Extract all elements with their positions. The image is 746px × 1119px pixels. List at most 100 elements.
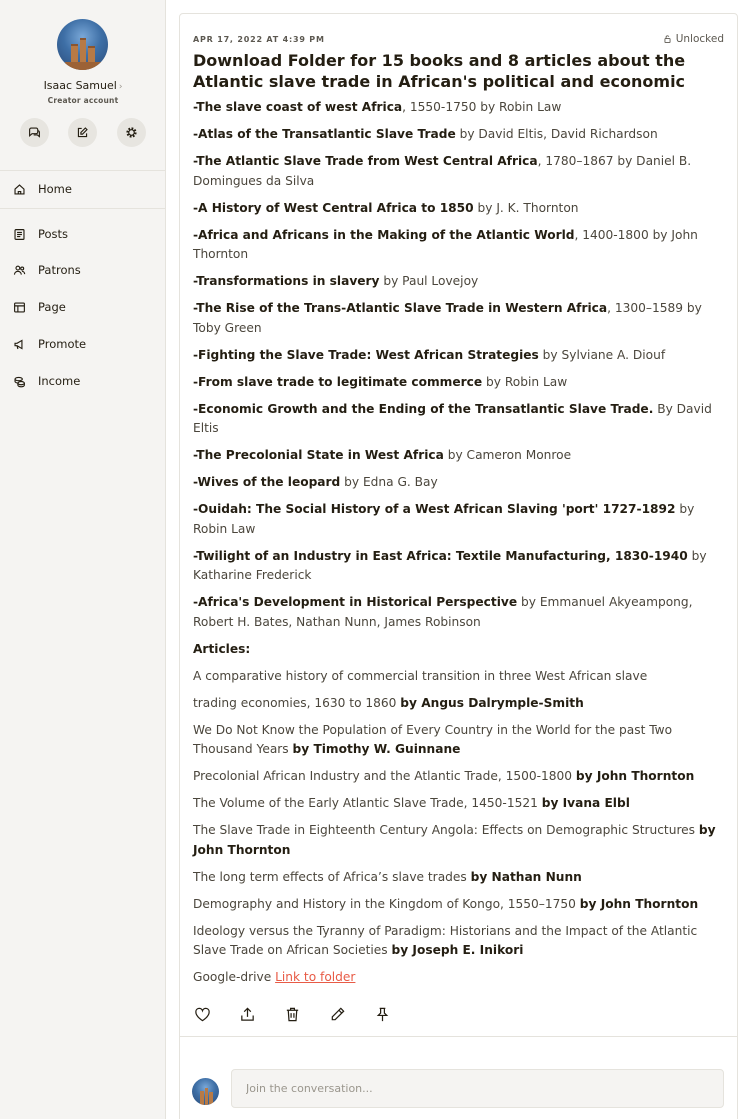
heart-icon — [194, 1007, 210, 1021]
coins-icon — [13, 375, 26, 388]
book-title: -Economic Growth and the Ending of the T… — [193, 401, 654, 416]
book-item: -Atlas of the Transatlantic Slave Trade … — [193, 125, 727, 145]
book-title: -Wives of the leopard — [193, 475, 341, 489]
delete-icon — [286, 1007, 298, 1021]
post-date: APR 17, 2022 AT 4:39 PM — [193, 35, 325, 44]
messages-button[interactable] — [20, 118, 49, 147]
book-details: by J. K. Thornton — [473, 200, 579, 215]
gear-icon — [126, 127, 137, 138]
article-item: The long term effects of Africa’s slave … — [193, 868, 727, 888]
article-author: by John Thornton — [579, 896, 699, 911]
chevron-right-icon: › — [118, 82, 123, 92]
book-item: -Economic Growth and the Ending of the T… — [193, 400, 727, 439]
unlocked-badge: Unlocked — [664, 33, 724, 45]
book-item: -Ouidah: The Social History of a West Af… — [193, 500, 727, 539]
book-title: -A History of West Central Africa to 185… — [193, 200, 474, 215]
articles-heading: Articles: — [193, 641, 251, 656]
commenter-avatar — [192, 1078, 219, 1105]
edit-post-button[interactable] — [328, 1005, 346, 1023]
megaphone-icon — [13, 338, 26, 351]
article-title: Precolonial African Industry and the Atl… — [193, 769, 576, 783]
book-item: -Fighting the Slave Trade: West African … — [193, 346, 727, 366]
article-author: by Joseph E. Inikori — [391, 943, 524, 957]
create-post-button[interactable] — [68, 118, 97, 147]
book-title: -Transformations in slavery — [193, 274, 380, 288]
pin-icon — [376, 1007, 388, 1021]
nav-patrons[interactable]: Patrons — [0, 258, 165, 282]
nav-promote[interactable]: Promote — [0, 332, 165, 356]
book-title: -From slave trade to legitimate commerce — [193, 374, 483, 389]
book-item: -The Atlantic Slave Trade from West Cent… — [193, 152, 727, 191]
comment-input[interactable] — [231, 1069, 724, 1108]
post-title: Download Folder for 15 books and 8 artic… — [193, 51, 686, 91]
like-button[interactable] — [193, 1005, 211, 1023]
article-item: The Volume of the Early Atlantic Slave T… — [193, 794, 727, 814]
book-item: -From slave trade to legitimate commerce… — [193, 373, 727, 393]
book-item: -The Rise of the Trans-Atlantic Slave Tr… — [193, 299, 727, 338]
edit-icon — [77, 127, 88, 138]
article-author: by Ivana Elbl — [541, 796, 630, 810]
document-icon — [13, 228, 26, 241]
book-details: by Paul Lovejoy — [379, 274, 479, 288]
book-details: by Edna G. Bay — [340, 475, 438, 489]
divider — [180, 1036, 737, 1037]
book-title: -Ouidah: The Social History of a West Af… — [193, 502, 676, 516]
book-title: -The Rise of the Trans-Atlantic Slave Tr… — [193, 301, 608, 315]
book-title: -The slave coast of west Africa — [193, 100, 403, 114]
article-item: Ideology versus the Tyranny of Paradigm:… — [193, 922, 727, 961]
book-list: -The slave coast of west Africa, 1550-17… — [193, 98, 727, 632]
book-item: -Transformations in slavery by Paul Love… — [193, 272, 727, 292]
article-title: The Volume of the Early Atlantic Slave T… — [193, 796, 542, 810]
book-item: -The Precolonial State in West Africa by… — [193, 446, 727, 466]
post-body: -The slave coast of west Africa, 1550-17… — [193, 98, 727, 995]
article-list: A comparative history of commercial tran… — [193, 667, 727, 961]
pin-button[interactable] — [373, 1005, 391, 1023]
home-icon — [13, 183, 26, 196]
book-title: -Twilight of an Industry in East Africa:… — [193, 548, 688, 563]
article-item: A comparative history of commercial tran… — [193, 667, 727, 687]
profile-avatar[interactable] — [57, 19, 108, 70]
layout-icon — [13, 301, 26, 314]
nav-income[interactable]: Income — [0, 369, 165, 393]
share-button[interactable] — [238, 1005, 256, 1023]
share-icon — [240, 1006, 254, 1021]
article-title: Demography and History in the Kingdom of… — [193, 896, 580, 911]
book-title: -Africa and Africans in the Making of th… — [193, 227, 575, 242]
book-title: -Atlas of the Transatlantic Slave Trade — [193, 127, 456, 141]
nav-home[interactable]: Home — [0, 177, 165, 201]
article-title: A comparative history of commercial tran… — [193, 668, 648, 683]
article-title: The Slave Trade in Eighteenth Century An… — [193, 823, 699, 837]
article-author: by Angus Dalrymple-Smith — [400, 695, 584, 710]
book-title: -Africa's Development in Historical Pers… — [193, 595, 518, 609]
chat-bubbles-icon — [29, 127, 40, 138]
people-icon — [13, 264, 26, 277]
book-details: by Cameron Monroe — [443, 448, 572, 462]
article-item: We Do Not Know the Population of Every C… — [193, 721, 727, 760]
book-item: -The slave coast of west Africa, 1550-17… — [193, 98, 727, 118]
profile-name[interactable]: Isaac Samuel › — [0, 79, 166, 92]
book-details: , 1550-1750 by Robin Law — [402, 100, 562, 114]
settings-button[interactable] — [117, 118, 146, 147]
sidebar: Isaac Samuel › Creator account Home Posts… — [0, 0, 166, 1119]
book-title: -Fighting the Slave Trade: West African … — [193, 347, 539, 362]
post-actions — [193, 1005, 418, 1023]
book-item: -A History of West Central Africa to 185… — [193, 199, 727, 219]
book-title: -The Precolonial State in West Africa — [193, 448, 444, 462]
delete-button[interactable] — [283, 1005, 301, 1023]
drive-line: Google-drive Link to folder — [193, 970, 356, 984]
nav-page[interactable]: Page — [0, 295, 165, 319]
book-details: by David Eltis, David Richardson — [455, 127, 658, 141]
book-item: -Africa and Africans in the Making of th… — [193, 226, 727, 265]
unlock-icon — [664, 35, 671, 43]
article-author: by John Thornton — [575, 769, 695, 783]
book-item: -Wives of the leopard by Edna G. Bay — [193, 473, 727, 493]
article-item: trading economies, 1630 to 1860 by Angus… — [193, 694, 727, 714]
article-title: The long term effects of Africa’s slave … — [193, 869, 471, 884]
article-item: Precolonial African Industry and the Atl… — [193, 767, 727, 787]
nav-posts[interactable]: Posts — [0, 222, 165, 246]
book-title: -The Atlantic Slave Trade from West Cent… — [193, 154, 538, 168]
book-details: by Sylviane A. Diouf — [538, 347, 666, 362]
drive-folder-link[interactable]: Link to folder — [275, 970, 355, 984]
article-title: trading economies, 1630 to 1860 — [193, 695, 401, 710]
article-item: The Slave Trade in Eighteenth Century An… — [193, 821, 727, 860]
